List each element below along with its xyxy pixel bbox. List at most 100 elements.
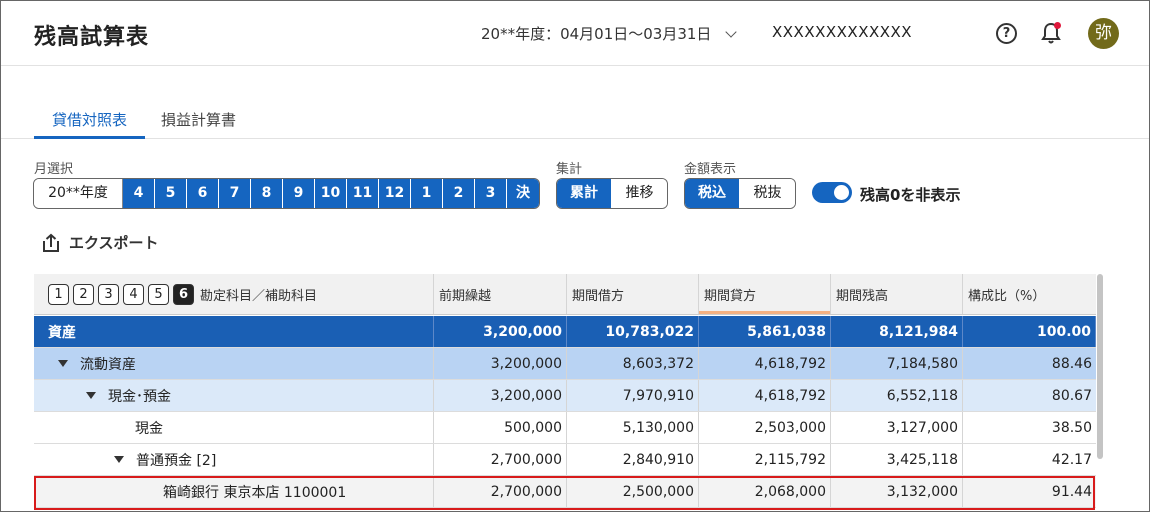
export-button[interactable]: エクスポート [41,232,159,253]
tax-included-button[interactable]: 税込 [685,179,740,208]
export-label: エクスポート [69,234,159,252]
help-icon[interactable]: ? [996,23,1017,44]
period-debit: 7,970,910 [567,380,699,411]
composition-ratio: 88.46 [1051,355,1092,372]
tab-income-statement[interactable]: 損益計算書 [161,109,236,139]
month-option-10[interactable]: 10 [315,179,347,208]
column-header-credit[interactable]: 期間貸方 [699,274,831,314]
notification-dot [1054,22,1061,29]
table-row[interactable]: 流動資産 3,200,000 8,603,372 4,618,792 7,184… [34,348,1096,380]
month-option-12[interactable]: 12 [379,179,411,208]
period-balance: 6,552,118 [831,380,963,411]
table-row[interactable]: 現金 500,000 5,130,000 2,503,000 3,127,000… [34,412,1096,444]
opening-balance: 2,700,000 [434,444,567,475]
aggregate-selector: 累計 推移 [556,178,668,209]
composition-ratio: 80.67 [1051,387,1092,404]
account-cell: 現金･預金 [34,380,434,411]
opening-balance: 3,200,000 [434,380,567,411]
account-header-label: 勘定科目／補助科目 [200,288,318,304]
month-option-1[interactable]: 1 [411,179,443,208]
month-option-closing[interactable]: 決 [507,179,539,208]
period-balance: 8,121,984 [831,316,963,347]
period-balance: 3,425,118 [831,444,963,475]
composition-ratio: 100.00 [963,316,1096,347]
chevron-down-icon [725,25,738,38]
period-balance: 7,184,580 [831,348,963,379]
level-3-button[interactable]: 3 [98,283,119,305]
page-title: 残高試算表 [34,25,150,50]
period-credit: 4,618,792 [699,348,831,379]
month-option-11[interactable]: 11 [347,179,379,208]
column-header-opening[interactable]: 前期繰越 [434,274,567,314]
amount-display-label: 金額表示 [684,162,737,177]
level-1-button[interactable]: 1 [48,283,69,305]
toggle-knob [834,185,849,200]
report-tabs: 貸借対照表 損益計算書 [1,97,1149,139]
period-debit: 2,840,910 [567,444,699,475]
account-column-header: 1 2 3 4 5 6 勘定科目／補助科目 [34,274,434,314]
period-debit: 5,130,000 [567,412,699,443]
account-name: 現金 [34,412,434,443]
month-option-4[interactable]: 4 [123,179,155,208]
level-2-button[interactable]: 2 [73,283,94,305]
column-header-debit[interactable]: 期間借方 [567,274,699,314]
period-debit: 8,603,372 [567,348,699,379]
table-row[interactable]: 普通預金 [2] 2,700,000 2,840,910 2,115,792 3… [34,444,1096,476]
column-header-ratio[interactable]: 構成比（%） [963,274,1096,314]
opening-balance: 500,000 [434,412,567,443]
aggregate-cumulative-button[interactable]: 累計 [557,179,612,208]
hide-zero-label: 残高0を非表示 [860,186,961,204]
account-cell: 普通預金 [2] [34,444,434,475]
month-option-6[interactable]: 6 [187,179,219,208]
month-option-8[interactable]: 8 [251,179,283,208]
month-option-5[interactable]: 5 [155,179,187,208]
header: 残高試算表 20**年度：04月01日〜03月31日 XXXXXXXXXXXXX… [1,1,1149,66]
export-icon [43,233,59,252]
collapse-triangle-icon[interactable] [86,392,96,399]
composition-ratio: 38.50 [1051,419,1092,436]
period-debit: 10,783,022 [567,316,699,347]
table-row[interactable]: 資産 3,200,000 10,783,022 5,861,038 8,121,… [34,316,1096,348]
month-option-9[interactable]: 9 [283,179,315,208]
table-scrollbar[interactable] [1097,274,1103,459]
tax-excluded-button[interactable]: 税抜 [740,179,795,208]
month-selector: 20**年度 4 5 6 7 8 9 10 11 12 1 2 3 決 [33,178,540,209]
level-5-button[interactable]: 5 [148,283,169,305]
account-name: 現金･預金 [108,388,171,405]
account-name: 流動資産 [80,356,136,373]
period-balance: 3,127,000 [831,412,963,443]
month-option-year[interactable]: 20**年度 [34,179,123,208]
month-option-7[interactable]: 7 [219,179,251,208]
amount-display-selector: 税込 税抜 [684,178,796,209]
period-credit: 2,115,792 [699,444,831,475]
collapse-triangle-icon[interactable] [114,456,124,463]
company-name[interactable]: XXXXXXXXXXXXX [772,23,912,41]
collapse-triangle-icon[interactable] [58,360,68,367]
period-label: 20**年度：04月01日〜03月31日 [481,25,712,43]
table-header-row: 1 2 3 4 5 6 勘定科目／補助科目 前期繰越 期間借方 期間貸方 期間残… [34,274,1096,315]
level-4-button[interactable]: 4 [123,283,144,305]
opening-balance: 3,200,000 [434,316,567,347]
period-credit: 5,861,038 [699,316,831,347]
month-select-label: 月選択 [34,162,74,177]
aggregate-trend-button[interactable]: 推移 [612,179,667,208]
month-option-3[interactable]: 3 [475,179,507,208]
period-selector[interactable]: 20**年度：04月01日〜03月31日 [481,23,738,44]
period-credit: 2,503,000 [699,412,831,443]
account-name: 資産 [34,316,434,347]
month-option-2[interactable]: 2 [443,179,475,208]
account-cell: 流動資産 [34,348,434,379]
period-credit: 4,618,792 [699,380,831,411]
account-name: 普通預金 [2] [136,452,217,469]
tab-balance-sheet[interactable]: 貸借対照表 [34,109,145,139]
composition-ratio: 42.17 [1051,451,1092,468]
aggregate-label: 集計 [556,162,583,177]
app-window: 残高試算表 20**年度：04月01日〜03月31日 XXXXXXXXXXXXX… [0,0,1150,512]
column-header-balance[interactable]: 期間残高 [831,274,963,314]
level-6-button[interactable]: 6 [173,283,194,305]
highlight-box [34,476,1095,510]
hide-zero-toggle[interactable] [812,182,852,203]
opening-balance: 3,200,000 [434,348,567,379]
avatar[interactable]: 弥 [1088,18,1119,49]
table-row[interactable]: 現金･預金 3,200,000 7,970,910 4,618,792 6,55… [34,380,1096,412]
